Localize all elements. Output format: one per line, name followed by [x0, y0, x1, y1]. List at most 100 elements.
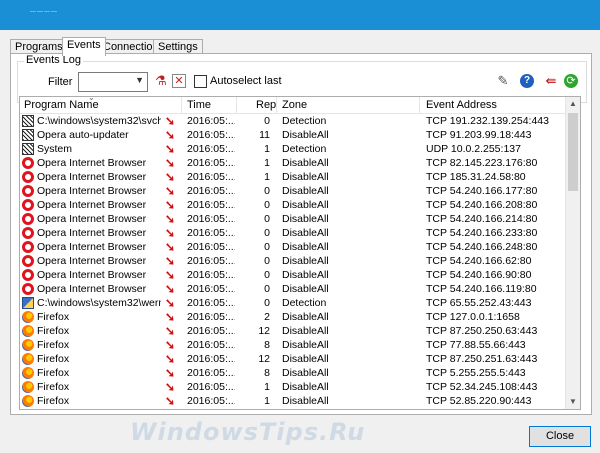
event-rep: 0: [264, 199, 270, 211]
table-row[interactable]: Opera Internet Browser ➘ 2016:05:... 0 Disab…: [20, 198, 565, 212]
firefox-icon: [22, 367, 34, 379]
wermgr-icon: [22, 297, 34, 309]
table-row[interactable]: C:\windows\system32\svch... ➘ 2016:05:... 0…: [20, 114, 565, 128]
event-time: 2016:05:...: [187, 115, 235, 127]
event-zone: DisableAll: [282, 325, 329, 337]
scroll-thumb[interactable]: [568, 113, 578, 191]
table-row[interactable]: Opera Internet Browser ➘ 2016:05:... 0 Disab…: [20, 184, 565, 198]
col-event-address[interactable]: Event Address: [426, 99, 497, 111]
title-bar[interactable]: ————: [0, 0, 600, 30]
inbound-arrow-icon: ➘: [165, 226, 176, 240]
inbound-arrow-icon: ➘: [165, 324, 176, 338]
inbound-arrow-icon: ➘: [165, 254, 176, 268]
table-row[interactable]: Opera Internet Browser ➘ 2016:05:... 1 Disab…: [20, 170, 565, 184]
inbound-arrow-icon: ➘: [165, 380, 176, 394]
event-rep: 0: [264, 241, 270, 253]
table-row[interactable]: Opera auto-updater ➘ 2016:05:... 11 DisableA…: [20, 128, 565, 142]
table-row[interactable]: Opera Internet Browser ➘ 2016:05:... 0 Disab…: [20, 212, 565, 226]
table-row[interactable]: Firefox ➘ 2016:05:... 8 DisableAll TCP 77.88.…: [20, 338, 565, 352]
event-rep: 0: [264, 283, 270, 295]
program-name: Opera Internet Browser: [37, 241, 147, 253]
event-time: 2016:05:...: [187, 143, 235, 155]
event-zone: DisableAll: [282, 269, 329, 281]
event-zone: DisableAll: [282, 129, 329, 141]
table-row[interactable]: Firefox ➘ 2016:05:... 2 DisableAll TCP 127.0.…: [20, 310, 565, 324]
opera-icon: [22, 269, 34, 281]
table-row[interactable]: C:\windows\system32\werm... ➘ 2016:05:... 0…: [20, 296, 565, 310]
sort-indicator-icon: ⌄: [88, 96, 95, 102]
inbound-arrow-icon: ➘: [165, 184, 176, 198]
program-name: Opera Internet Browser: [37, 171, 147, 183]
table-row[interactable]: Opera Internet Browser ➘ 2016:05:... 0 Disab…: [20, 226, 565, 240]
inbound-arrow-icon: ➘: [165, 128, 176, 142]
opera-icon: [22, 157, 34, 169]
col-time[interactable]: Time: [187, 99, 211, 111]
app-window: ———— Programs Events Connections Setting…: [0, 0, 600, 453]
table-row[interactable]: Opera Internet Browser ➘ 2016:05:... 0 Disab…: [20, 282, 565, 296]
event-rep: 0: [264, 269, 270, 281]
export-icon[interactable]: ⇚: [544, 74, 558, 88]
properties-icon[interactable]: ✎: [496, 74, 510, 88]
help-icon[interactable]: ?: [520, 74, 534, 88]
event-time: 2016:05:...: [187, 395, 235, 407]
event-time: 2016:05:...: [187, 199, 235, 211]
table-row[interactable]: Firefox ➘ 2016:05:... 1 DisableAll TCP 52.85.…: [20, 394, 565, 408]
event-time: 2016:05:...: [187, 269, 235, 281]
event-zone: Detection: [282, 143, 327, 155]
event-address: TCP 91.203.99.18:443: [426, 129, 532, 141]
table-row[interactable]: Opera Internet Browser ➘ 2016:05:... 1 Disab…: [20, 156, 565, 170]
program-name: System: [37, 143, 73, 155]
autoselect-checkbox[interactable]: [194, 75, 207, 88]
event-time: 2016:05:...: [187, 157, 235, 169]
table-row[interactable]: Opera Internet Browser ➘ 2016:05:... 0 Disab…: [20, 268, 565, 282]
inbound-arrow-icon: ➘: [165, 198, 176, 212]
event-zone: DisableAll: [282, 381, 329, 393]
event-address: UDP 10.0.2.255:137: [426, 143, 521, 155]
event-zone: DisableAll: [282, 311, 329, 323]
program-name: Firefox: [37, 325, 70, 337]
clear-filter-icon[interactable]: ✕: [172, 74, 186, 88]
chevron-down-icon: ▼: [135, 75, 144, 85]
event-address: TCP 87.250.251.63:443: [426, 353, 538, 365]
svchost-icon: [22, 115, 34, 127]
program-name: Firefox: [37, 311, 70, 323]
program-name: Opera Internet Browser: [37, 269, 147, 281]
col-rep[interactable]: Rep: [256, 99, 276, 111]
event-time: 2016:05:...: [187, 241, 235, 253]
inbound-arrow-icon: ➘: [165, 240, 176, 254]
inbound-arrow-icon: ➘: [165, 114, 176, 128]
program-name: Opera Internet Browser: [37, 283, 147, 295]
event-address: TCP 54.240.166.248:80: [426, 241, 538, 253]
event-zone: DisableAll: [282, 339, 329, 351]
tab-events[interactable]: Events: [62, 37, 106, 56]
refresh-icon[interactable]: ⟳: [564, 74, 578, 88]
filter-dropdown[interactable]: ▼: [78, 72, 148, 92]
event-rep: 1: [264, 143, 270, 155]
filter-apply-icon[interactable]: ⚗: [154, 74, 168, 88]
table-row[interactable]: Firefox ➘ 2016:05:... 12 DisableAll TCP 87.25…: [20, 352, 565, 366]
event-address: TCP 54.240.166.214:80: [426, 213, 538, 225]
event-address: TCP 52.34.245.108:443: [426, 381, 538, 393]
vertical-scrollbar[interactable]: ▲ ▼: [565, 97, 580, 409]
col-zone[interactable]: Zone: [282, 99, 307, 111]
scroll-down-icon[interactable]: ▼: [566, 395, 580, 409]
program-name: C:\windows\system32\werm...: [37, 297, 161, 309]
event-address: TCP 77.88.55.66:443: [426, 339, 526, 351]
event-zone: DisableAll: [282, 213, 329, 225]
event-time: 2016:05:...: [187, 297, 235, 309]
close-button[interactable]: Close: [529, 426, 591, 447]
opera-icon: [22, 227, 34, 239]
event-address: TCP 127.0.0.1:1658: [426, 311, 520, 323]
program-name: Firefox: [37, 339, 70, 351]
program-name: C:\windows\system32\svch...: [37, 115, 161, 127]
table-row[interactable]: Firefox ➘ 2016:05:... 1 DisableAll TCP 52.34.…: [20, 380, 565, 394]
table-row[interactable]: Firefox ➘ 2016:05:... 8 DisableAll TCP 5.255.…: [20, 366, 565, 380]
table-row[interactable]: System ➘ 2016:05:... 1 Detection UDP 10.0.2.2…: [20, 142, 565, 156]
scroll-up-icon[interactable]: ▲: [566, 97, 580, 111]
program-name: Opera Internet Browser: [37, 199, 147, 211]
firefox-icon: [22, 395, 34, 407]
event-zone: DisableAll: [282, 241, 329, 253]
table-row[interactable]: Opera Internet Browser ➘ 2016:05:... 0 Disab…: [20, 240, 565, 254]
table-row[interactable]: Firefox ➘ 2016:05:... 12 DisableAll TCP 87.25…: [20, 324, 565, 338]
table-row[interactable]: Opera Internet Browser ➘ 2016:05:... 0 Disab…: [20, 254, 565, 268]
